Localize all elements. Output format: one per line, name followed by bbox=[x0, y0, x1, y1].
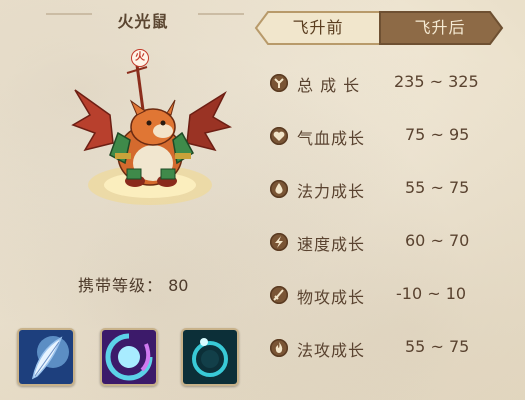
speed-icon bbox=[270, 233, 288, 251]
stat-physical-attack-growth: 物攻成长 -10 ~ 10 bbox=[270, 284, 510, 308]
sword-icon bbox=[270, 286, 288, 304]
stat-speed-growth: 速度成长 60 ~ 70 bbox=[270, 231, 510, 255]
name-divider-left bbox=[46, 13, 92, 15]
pet-model[interactable] bbox=[55, 55, 245, 220]
stat-value: 75 ~ 95 bbox=[405, 125, 470, 144]
tab-after-ascension[interactable]: 飞升后 bbox=[378, 10, 502, 46]
tab-before-ascension[interactable]: 飞升前 bbox=[256, 10, 380, 46]
stat-label: 总 成 长 bbox=[297, 76, 361, 95]
stat-value: 55 ~ 75 bbox=[405, 178, 470, 197]
stat-value: -10 ~ 10 bbox=[396, 284, 467, 303]
name-divider-right bbox=[198, 13, 244, 15]
carry-level-value: 80 bbox=[168, 276, 189, 295]
stat-label: 物攻成长 bbox=[297, 288, 366, 307]
stat-mana-growth: 法力成长 55 ~ 75 bbox=[270, 178, 510, 202]
mana-drop-icon bbox=[270, 180, 288, 198]
stat-label: 法力成长 bbox=[297, 182, 366, 201]
fire-element-badge: 火 bbox=[131, 49, 149, 67]
stat-label: 法攻成长 bbox=[297, 341, 366, 360]
stat-value: 60 ~ 70 bbox=[405, 231, 470, 250]
ascension-tabs: 飞升前 飞升后 bbox=[250, 10, 506, 46]
flame-icon bbox=[270, 339, 288, 357]
stat-value: 55 ~ 75 bbox=[405, 337, 470, 356]
stat-label: 气血成长 bbox=[297, 129, 366, 148]
pet-name-header: 火光鼠 bbox=[88, 8, 198, 31]
ring-skill-icon[interactable] bbox=[181, 328, 239, 386]
carry-level: 携带等级： 80 bbox=[78, 272, 188, 296]
carry-level-label: 携带等级： bbox=[78, 276, 164, 295]
stat-value: 235 ~ 325 bbox=[394, 72, 479, 91]
heart-icon bbox=[270, 127, 288, 145]
stat-magic-attack-growth: 法攻成长 55 ~ 75 bbox=[270, 337, 510, 361]
stat-total-growth: 总 成 长 235 ~ 325 bbox=[270, 72, 510, 96]
growth-icon bbox=[270, 74, 288, 92]
orb-skill-icon[interactable] bbox=[100, 328, 158, 386]
pet-name: 火光鼠 bbox=[117, 12, 169, 31]
stat-hp-growth: 气血成长 75 ~ 95 bbox=[270, 125, 510, 149]
feather-skill-icon[interactable] bbox=[17, 328, 75, 386]
stat-label: 速度成长 bbox=[297, 235, 366, 254]
